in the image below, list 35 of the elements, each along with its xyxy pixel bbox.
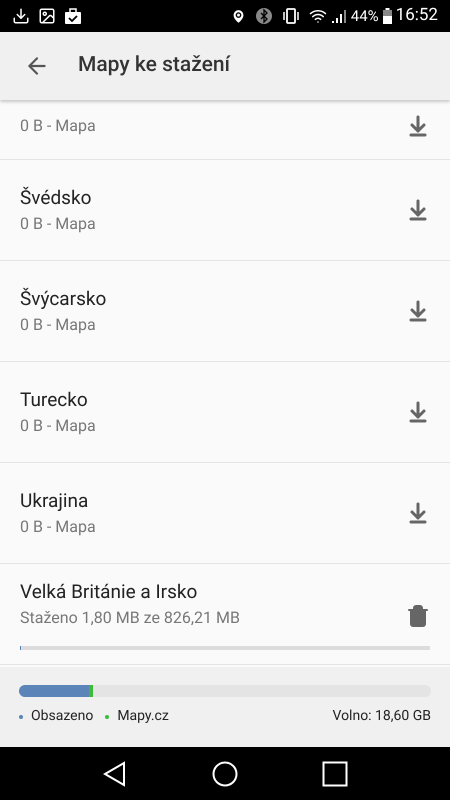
map-name: Švédsko — [20, 184, 92, 211]
map-list-item[interactable]: Švýcarsko 0 B - Mapa — [0, 261, 450, 362]
map-name: Velká Británie a Irsko — [20, 578, 198, 605]
vibrate-icon — [280, 7, 301, 25]
map-list-item[interactable]: Velká Británie a Irsko Staženo 1,80 MB ze 826,21 MB — [0, 564, 450, 665]
delete-button[interactable] — [406, 604, 430, 628]
back-nav-button[interactable] — [102, 760, 128, 786]
map-info: 0 B - Mapa — [20, 213, 97, 236]
map-name: Turecko — [20, 386, 89, 413]
home-button[interactable] — [212, 760, 238, 786]
signal-icon — [330, 8, 347, 24]
screen-title: Mapy ke stažení — [78, 52, 230, 80]
map-info: 0 B - Mapa — [20, 415, 97, 438]
map-info: 0 B - Mapa — [20, 314, 97, 336]
map-list-item[interactable]: Švédsko 0 B - Mapa — [0, 160, 450, 261]
map-list-item[interactable]: Turecko 0 B - Mapa — [0, 362, 450, 463]
legend-label: Mapy.cz — [117, 707, 169, 726]
free-space: Volno: 18,60 GB — [332, 707, 431, 726]
legend-label: Obsazeno — [31, 707, 94, 726]
map-list-item[interactable]: Ukrajina 0 B - Mapa — [0, 463, 450, 564]
map-info: 0 B - Mapa — [20, 516, 97, 538]
clock: 16:52 — [396, 4, 438, 28]
wifi-icon — [308, 7, 327, 25]
recents-button[interactable] — [322, 760, 348, 786]
battery-icon — [382, 8, 392, 24]
map-name: Švýcarsko — [20, 286, 108, 312]
download-icon — [12, 7, 30, 25]
map-info: 0 B - Mapa — [20, 114, 97, 136]
bluetooth-icon — [254, 7, 273, 25]
map-name: Ukrajina — [20, 488, 90, 514]
map-list-item[interactable]: 0 B - Mapa — [0, 100, 450, 160]
briefcase-check-icon — [64, 7, 82, 25]
battery-level: 44% — [350, 6, 379, 27]
image-icon — [38, 7, 56, 25]
map-info: Staženo 1,80 MB ze 826,21 MB — [20, 607, 241, 630]
